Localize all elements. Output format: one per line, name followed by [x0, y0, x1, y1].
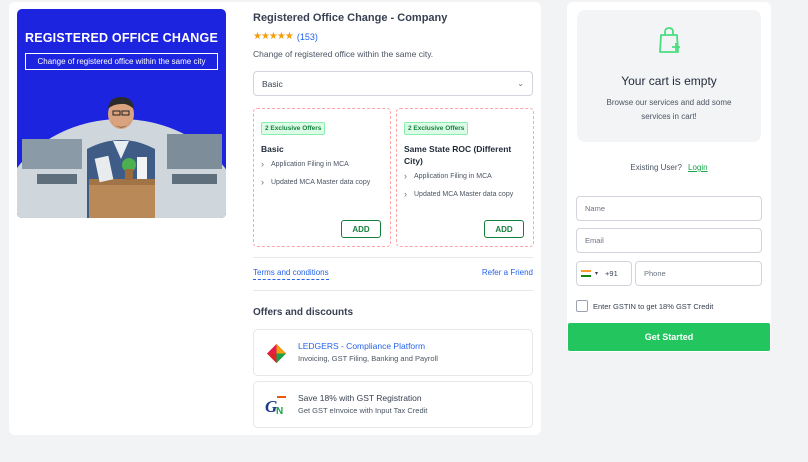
add-button[interactable]: ADD [341, 220, 381, 238]
plan-select-value: Basic [262, 78, 283, 89]
plan-card-basic: 2 Exclusive Offers Basic Application Fil… [253, 108, 391, 247]
add-button[interactable]: ADD [484, 220, 524, 238]
india-flag-icon [581, 270, 591, 277]
gst-label: Enter GSTIN to get 18% GST Credit [593, 301, 714, 311]
email-field[interactable]: Email [576, 228, 762, 253]
ledgers-logo-icon [267, 344, 286, 363]
country-code: +91 [605, 269, 618, 278]
offer-subtext: Get GST eInvoice with Input Tax Credit [298, 406, 428, 415]
phone-row: ▾ +91 Phone [576, 261, 762, 286]
product-description: Change of registered office within the s… [253, 49, 434, 59]
product-title: Registered Office Change - Company [253, 12, 448, 24]
plan-name: Basic [261, 144, 284, 154]
hero-title: REGISTERED OFFICE CHANGE [24, 31, 218, 45]
offer-subtext: Invoicing, GST Filing, Banking and Payro… [298, 354, 438, 363]
cart-empty-description: Browse our services and add some service… [606, 98, 732, 121]
offer-heading: LEDGERS - Compliance Platform [298, 341, 426, 351]
gst-checkbox[interactable] [576, 300, 588, 312]
hero-image: REGISTERED OFFICE CHANGE Change of regis… [17, 9, 226, 218]
star-rating-icon: ★★★★★ [253, 31, 294, 42]
offers-heading: Offers and discounts [253, 307, 354, 318]
login-link[interactable]: Login [688, 163, 708, 172]
gst-logo-icon: G N [265, 396, 286, 417]
shopping-bag-icon [659, 27, 680, 53]
country-code-select[interactable]: ▾ +91 [576, 261, 632, 286]
svg-text:N: N [276, 406, 283, 417]
offer-card-ledgers[interactable]: LEDGERS - Compliance Platform Invoicing,… [253, 329, 533, 376]
service-card: REGISTERED OFFICE CHANGE Change of regis… [9, 2, 541, 435]
plan-name: Same State ROC (Different City) [404, 144, 512, 166]
existing-user-label: Existing User? [630, 163, 682, 172]
cart-panel: Your cart is empty Browse our services a… [567, 2, 771, 352]
terms-link[interactable]: Terms and conditions [253, 268, 329, 280]
plan-feature: Updated MCA Master data copy [261, 177, 385, 188]
plan-feature: Application Filing in MCA [404, 171, 528, 182]
offer-heading: Save 18% with GST Registration [298, 393, 422, 403]
plan-feature: Updated MCA Master data copy [404, 189, 528, 200]
offer-card-gst[interactable]: G N Save 18% with GST Registration Get G… [253, 381, 533, 428]
hero-subtitle: Change of registered office within the s… [25, 53, 218, 70]
plan-select[interactable]: Basic ⌄ [253, 71, 533, 96]
rating-count[interactable]: (153) [297, 32, 318, 42]
get-started-button[interactable]: Get Started [568, 323, 770, 351]
phone-field[interactable]: Phone [635, 261, 762, 286]
existing-user-row: Existing User? Login [567, 163, 771, 172]
plan-feature: Application Filing in MCA [261, 159, 385, 170]
refer-friend-link[interactable]: Refer a Friend [482, 268, 533, 277]
empty-cart-box: Your cart is empty Browse our services a… [577, 10, 761, 142]
dropdown-caret-icon: ▾ [595, 271, 599, 277]
offer-badge: 2 Exclusive Offers [404, 122, 469, 135]
divider [253, 290, 533, 291]
rating: ★★★★★ (153) [253, 31, 318, 42]
chevron-down-icon: ⌄ [517, 79, 524, 88]
name-field[interactable]: Name [576, 196, 762, 221]
divider [253, 257, 533, 258]
gst-option: Enter GSTIN to get 18% GST Credit [576, 300, 713, 312]
cart-empty-title: Your cart is empty [621, 74, 717, 88]
offer-badge: 2 Exclusive Offers [261, 122, 326, 135]
office-worker-illustration [17, 97, 226, 218]
plan-card-same-state: 2 Exclusive Offers Same State ROC (Diffe… [396, 108, 534, 247]
